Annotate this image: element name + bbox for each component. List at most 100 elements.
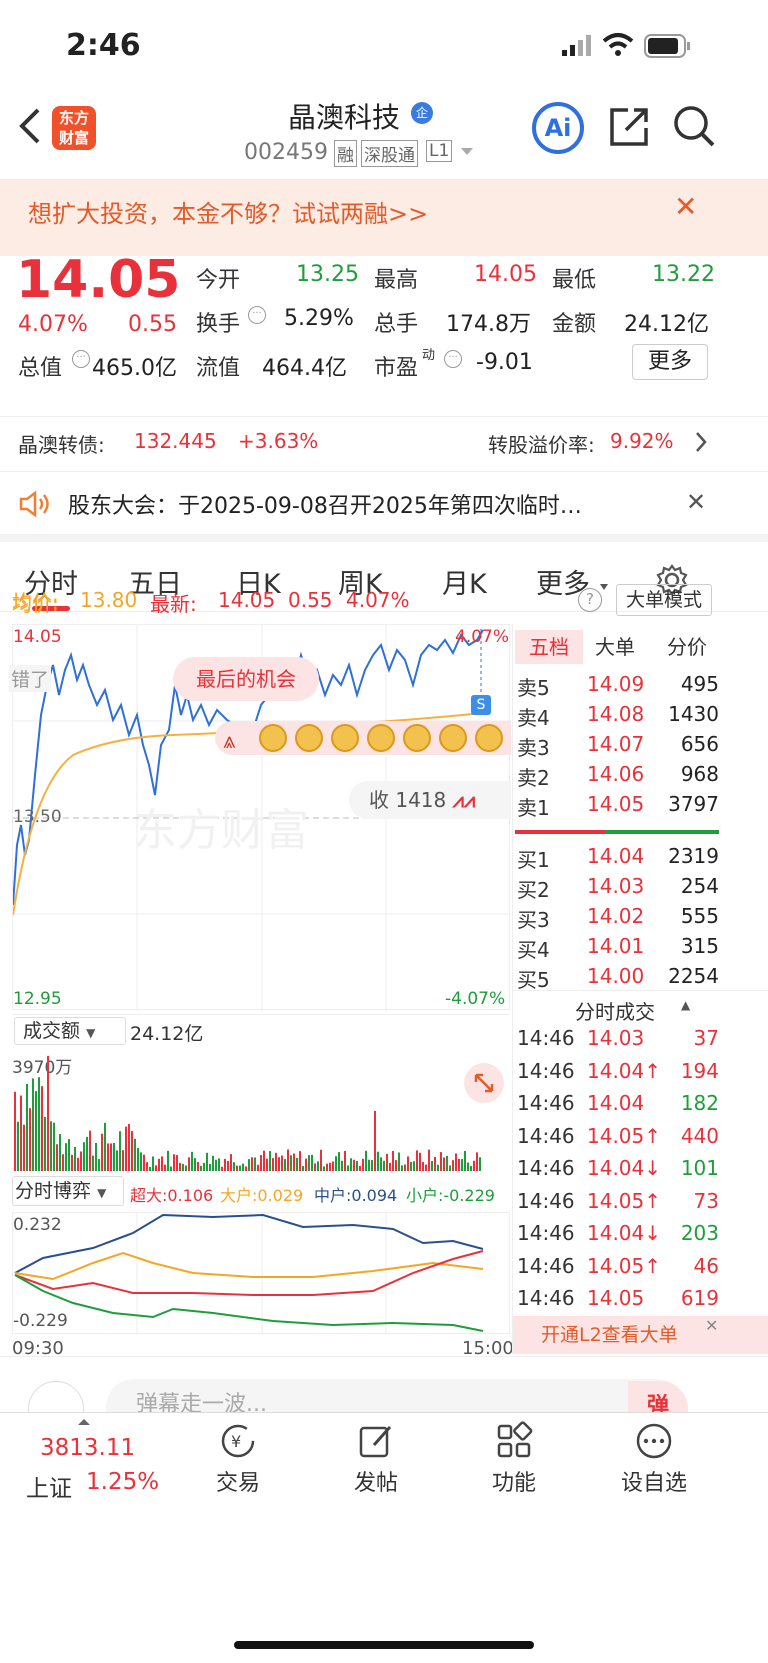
volume-bar bbox=[401, 1165, 403, 1171]
avg-value: 13.80 bbox=[80, 588, 138, 612]
volume-bar bbox=[419, 1152, 421, 1171]
nav-add-watch[interactable]: 设自选 bbox=[612, 1421, 696, 1497]
volume-bar bbox=[26, 1083, 28, 1171]
value-pe: -9.01 bbox=[476, 350, 533, 375]
volume-bar bbox=[371, 1159, 373, 1171]
volume-bar bbox=[467, 1162, 469, 1171]
volume-bar bbox=[20, 1095, 22, 1171]
cb-price: 132.445 bbox=[134, 429, 217, 453]
volume-bar bbox=[170, 1166, 172, 1171]
price-chart[interactable]: 东方财富 14.05 13.50 12.95 4.07% -4.07% 错了 最… bbox=[9, 624, 511, 1011]
nav-functions-label: 功能 bbox=[491, 1471, 536, 1496]
level-volume: 2254 bbox=[668, 964, 719, 988]
volume-bar bbox=[320, 1149, 322, 1171]
expand-icon[interactable] bbox=[464, 1063, 504, 1103]
chevron-down-icon[interactable] bbox=[461, 148, 473, 155]
help-icon[interactable]: ? bbox=[578, 588, 602, 612]
info-icon[interactable]: ··· bbox=[72, 350, 90, 368]
promo-banner[interactable]: 想扩大投资，本金不够？试试两融>> ✕ bbox=[0, 180, 768, 256]
flow-plot: 0.232 -0.229 bbox=[12, 1212, 510, 1335]
tab-monthly-k[interactable]: 月K bbox=[442, 562, 487, 601]
back-button[interactable] bbox=[14, 104, 50, 154]
info-icon[interactable]: ··· bbox=[444, 350, 462, 368]
volume-bar bbox=[368, 1159, 370, 1171]
value-market-cap: 465.0亿 bbox=[92, 356, 177, 381]
volume-selector[interactable]: 成交额 ▼ bbox=[14, 1017, 126, 1045]
flow-chart[interactable]: 分时博弈 ▼ 超大:0.106 大户:0.029 中户:0.094 小户:-0.… bbox=[12, 1172, 510, 1336]
value-turnover: 5.29% bbox=[284, 306, 354, 331]
volume-bar bbox=[281, 1155, 283, 1171]
close-icon[interactable]: ✕ bbox=[674, 190, 697, 223]
index-value[interactable]: 3813.11 bbox=[40, 1435, 135, 1461]
volume-bar bbox=[299, 1151, 301, 1171]
volume-bar bbox=[236, 1165, 238, 1171]
trade-time: 14:46 bbox=[517, 1091, 575, 1115]
ai-button[interactable]: Ai bbox=[532, 102, 584, 154]
close-icon[interactable]: ✕ bbox=[705, 1316, 718, 1335]
volume-bar bbox=[263, 1150, 265, 1171]
value-volume: 174.8万 bbox=[446, 312, 531, 337]
big-order-mode-button[interactable]: 大单模式 bbox=[616, 584, 712, 616]
volume-bar bbox=[188, 1157, 190, 1171]
tab-big-orders[interactable]: 大单 bbox=[595, 630, 635, 664]
volume-bar bbox=[305, 1158, 307, 1171]
volume-bar bbox=[458, 1158, 460, 1171]
volume-bar bbox=[224, 1158, 226, 1171]
volume-bar bbox=[254, 1157, 256, 1171]
value-float-cap: 464.4亿 bbox=[262, 356, 347, 381]
close-icon[interactable]: ✕ bbox=[686, 488, 706, 516]
tag-connect: 深股通 bbox=[361, 140, 418, 167]
volume-bar bbox=[92, 1155, 94, 1171]
volume-bar bbox=[98, 1159, 100, 1171]
flow-selector[interactable]: 分时博弈 ▼ bbox=[12, 1176, 124, 1206]
volume-bar bbox=[473, 1160, 475, 1171]
info-icon[interactable]: ··· bbox=[248, 306, 266, 324]
volume-bar bbox=[197, 1161, 199, 1171]
trend-icon: ⩘⩘ bbox=[452, 788, 476, 812]
flow-selector-label: 分时博弈 bbox=[15, 1180, 92, 1202]
share-icon[interactable] bbox=[608, 104, 650, 152]
volume-chart[interactable]: 成交额 ▼ 24.12亿 3970万 bbox=[12, 1014, 510, 1171]
level-label: 买1 bbox=[517, 848, 550, 872]
level-label: 卖1 bbox=[517, 796, 550, 820]
nav-post[interactable]: 发帖 bbox=[344, 1421, 408, 1497]
trade-time: 14:46 bbox=[517, 1058, 575, 1083]
cb-premium-label: 转股溢价率: bbox=[488, 433, 595, 457]
status-bar: 2:46 bbox=[0, 0, 768, 92]
nav-functions[interactable]: 功能 bbox=[482, 1421, 546, 1497]
volume-bar bbox=[59, 1134, 61, 1171]
collect-badge[interactable]: 收 1418 ⩘⩘ bbox=[349, 781, 511, 819]
tab-five-levels[interactable]: 五档 bbox=[515, 630, 583, 664]
trade-price: 14.05↑ bbox=[587, 1253, 662, 1278]
label-market-cap: 总值 bbox=[18, 356, 63, 381]
volume-bar bbox=[35, 1091, 37, 1171]
volume-bar bbox=[314, 1163, 316, 1171]
volume-bar bbox=[233, 1162, 235, 1171]
level-volume: 656 bbox=[680, 732, 719, 756]
tag-level: L1 bbox=[426, 140, 453, 162]
volume-bar bbox=[50, 1121, 52, 1171]
search-icon[interactable] bbox=[672, 104, 716, 152]
label-volume: 总手 bbox=[374, 312, 419, 337]
volume-bar bbox=[245, 1166, 247, 1171]
notice-bar[interactable]: 股东大会：于2025-09-08召开2025年第四次临时… ✕ bbox=[0, 472, 768, 542]
level-label: 卖5 bbox=[517, 676, 550, 700]
volume-bar bbox=[377, 1151, 379, 1171]
volume-bar bbox=[353, 1159, 355, 1171]
coin-row[interactable]: ⩓ bbox=[215, 721, 511, 755]
volume-bar bbox=[185, 1165, 187, 1171]
flow-mid: 中户:0.094 bbox=[314, 1186, 398, 1205]
trade-time: 14:46 bbox=[517, 1123, 575, 1148]
convertible-bond-row[interactable]: 晶澳转债: 132.445 +3.63% 转股溢价率: 9.92% bbox=[0, 416, 768, 472]
l2-upsell[interactable]: 开通L2查看大单 bbox=[513, 1316, 768, 1354]
trade-time: 14:46 bbox=[517, 1221, 575, 1245]
volume-bar bbox=[440, 1152, 442, 1171]
tab-price-dist[interactable]: 分价 bbox=[667, 630, 707, 664]
promo-bubble[interactable]: 最后的机会 bbox=[173, 657, 319, 701]
volume-bar bbox=[206, 1152, 208, 1171]
quote-panel: 14.05 4.07% 0.55 今开 13.25 最高 14.05 最低 13… bbox=[0, 250, 768, 416]
expand-up-icon[interactable] bbox=[78, 1419, 90, 1425]
nav-trade[interactable]: ¥ 交易 bbox=[206, 1421, 270, 1497]
volume-bar bbox=[179, 1162, 181, 1171]
more-button[interactable]: 更多 bbox=[632, 344, 708, 380]
